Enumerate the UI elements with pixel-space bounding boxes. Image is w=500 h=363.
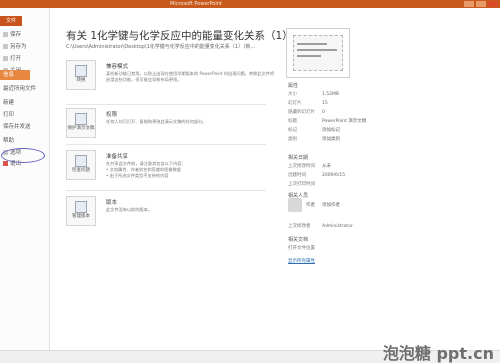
nav-item-open[interactable]: 打开 [3,54,21,64]
date-row: 上次打印时间 [288,182,315,187]
section-heading: 兼容模式 [106,64,129,70]
property-row: 标题 PowerPoint 演示文稿 [288,119,367,124]
nav-item-print[interactable]: 打印 [3,110,14,120]
manage-versions-button[interactable]: 管理版本 [66,196,96,226]
maximize-button[interactable] [476,1,486,7]
nav-item-save[interactable]: 保存 [3,30,21,40]
title-bar: Microsoft PowerPoint [0,0,500,16]
section-text: 某些新功能已禁用，以防止出现在使用早期版本的 PowerPoint 时出现问题。… [106,71,275,82]
protect-presentation-button[interactable]: 保护演示文稿 [66,108,96,138]
file-tab[interactable]: 文件 [0,16,22,26]
nav-item-save-send[interactable]: 保存并发送 [3,122,31,132]
property-row: 大小 1.52MB [288,92,339,97]
author-avatar [288,198,302,212]
info-pane: 有关 1化学键与化学反应中的能量变化关系（1）（新... C:\Users\Ad… [52,8,318,350]
minimize-button[interactable] [464,1,474,7]
properties-heading[interactable]: 属性 [288,82,298,89]
lock-icon [75,113,87,125]
nav-item-info[interactable]: 信息 [0,70,30,80]
nav-item-help[interactable]: 帮助 [3,136,14,146]
nav-item-save-as[interactable]: 另存为 [3,42,27,52]
thumbnail-line [297,55,321,57]
nav-item-recent[interactable]: 最近所用文件 [3,84,36,94]
convert-icon [75,65,87,77]
related-docs-heading: 相关文档 [288,237,309,243]
date-row: 创建时间 2009/6/15 [288,173,346,178]
save-icon [3,32,8,37]
add-author-link[interactable]: 添加作者 [322,202,340,208]
last-modified-row: 上次修改者 Administrator [288,224,353,229]
property-row: 标记 添加标记 [288,128,340,133]
close-button[interactable] [488,1,498,7]
author-block: 作者 添加作者 [288,198,388,222]
thumbnail-line [297,43,327,45]
versions-icon [75,201,87,213]
section-permissions: 保护演示文稿 权限 任何人均可打开、复制和更改此演示文稿的任何部分。 [66,108,266,148]
window-title: Microsoft PowerPoint [170,1,222,7]
properties-pane: 属性 大小 1.52MB 幻灯片 15 隐藏的幻灯片 0 标题 PowerPoint 演… [278,8,500,350]
check-issues-button[interactable]: 检查问题 [66,150,96,180]
show-all-properties-link[interactable]: 显示所有属性 [288,258,315,264]
date-row: 上次修改时间 从未 [288,164,331,169]
section-prepare-share: 检查问题 准备共享 在共享此文件前，请注意其包含以下内容： • 文档属性、作者姓… [66,150,266,190]
divider [66,104,266,105]
section-compatibility: 转换 兼容模式 某些新功能已禁用，以防止出现在使用早期版本的 PowerPoin… [66,60,274,100]
highlight-circle [1,148,45,163]
convert-button[interactable]: 转换 [66,60,96,90]
document-path: C:\Users\Administrator\Desktop\1化学键与化学反应… [66,44,256,50]
property-row: 幻灯片 15 [288,101,328,106]
section-heading: 权限 [106,112,118,118]
thumbnail-line [297,49,337,51]
save-as-icon [3,44,8,49]
section-versions: 管理版本 版本 此文件没有以前的版本。 [66,196,266,236]
property-row: 隐藏的幻灯片 0 [288,110,325,115]
section-text: 此文件没有以前的版本。 [106,207,153,212]
slide-thumbnail [293,35,343,71]
divider [66,144,266,145]
inspect-icon [75,155,87,167]
quick-access-toolbar [3,1,43,16]
nav-item-new[interactable]: 新建 [3,98,14,108]
section-heading: 准备共享 [106,154,129,160]
property-row: 类别 添加类别 [288,137,340,142]
backstage-nav: 文件 保存 另存为 打开 关闭 信息 最近所用文件 新建 打印 保存并发送 帮助… [0,8,50,350]
section-heading: 版本 [106,200,118,206]
section-text: 任何人均可打开、复制和更改此演示文稿的任何部分。 [106,119,207,124]
exit-icon [3,161,8,166]
divider [66,190,266,191]
folder-icon [3,56,8,61]
section-text: 在共享此文件前，请注意其包含以下内容： • 文档属性、作者姓名和剪裁的图像数据 … [106,161,186,178]
open-file-location-link[interactable]: 打开文件位置 [288,244,388,253]
related-dates-heading: 相关日期 [288,155,309,161]
watermark: 泡泡糖 ppt.cn [382,344,494,363]
slide-preview [286,28,350,78]
